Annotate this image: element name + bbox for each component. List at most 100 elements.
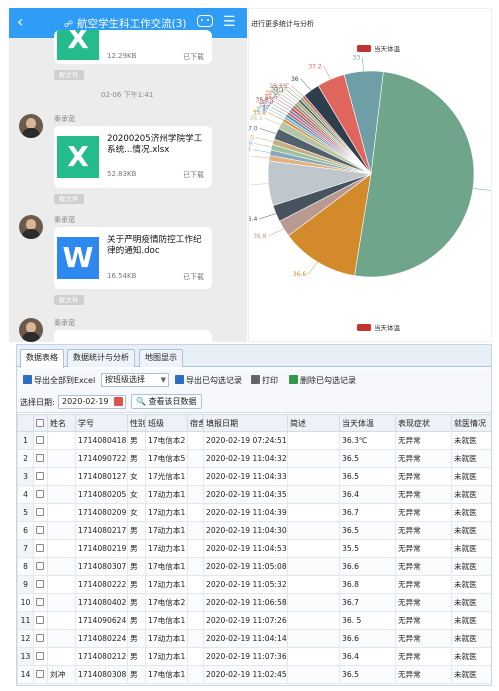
file-message[interactable]: X 20200205济州学院学工系统...情况.xlsx 52.83KB 已下载 (54, 126, 212, 188)
table-row[interactable]: 2 1714090722 男 17电信本5 2020-02-19 11:04:32 36.… (17, 449, 491, 468)
file-name: 20200205济州学院学工系统...情况.xlsx (107, 134, 203, 155)
table-cell: 2020-02-19 11:07:26 (203, 611, 288, 630)
file-message[interactable]: W 关于严明疫情防控工作纪律的通知.doc 16.54KB 已下载 (54, 227, 212, 289)
table-row[interactable]: 11 1714090624 男 17电信本1 2020-02-19 11:07:26 36… (17, 611, 491, 630)
column-header[interactable] (17, 414, 34, 432)
legend-label[interactable]: 当天体温 (374, 44, 401, 53)
table-cell: 无异常 (395, 539, 452, 558)
slice-label-line (252, 149, 271, 153)
table-cell (47, 485, 76, 504)
avatar[interactable] (19, 215, 43, 239)
row-checkbox[interactable] (36, 562, 44, 570)
row-checkbox[interactable] (36, 544, 44, 552)
class-select[interactable]: 按班级选择 ▼ (101, 373, 169, 387)
column-header[interactable]: 就医情况 (451, 414, 491, 432)
table-row[interactable]: 10 1714080402 男 17电信本2 2020-02-19 11:06:58 36… (17, 593, 491, 612)
export-selected-button[interactable]: 导出已勾选记录 (175, 374, 242, 388)
row-checkbox[interactable] (36, 616, 44, 624)
column-header[interactable]: 表现症状 (395, 414, 452, 432)
column-header[interactable]: 当天体温 (339, 414, 396, 432)
print-button[interactable]: 打印 (251, 374, 278, 388)
table-row[interactable]: 12 1714080224 男 17动力本1 2020-02-19 11:04:14 36… (17, 629, 491, 648)
legend-swatch[interactable] (357, 45, 371, 52)
row-checkbox[interactable] (36, 454, 44, 462)
row-checkbox[interactable] (36, 598, 44, 606)
row-checkbox[interactable] (36, 436, 44, 444)
table-row[interactable]: 4 1714080205 女 17动力本1 2020-02-19 11:04:35 36.… (17, 485, 491, 504)
select-all-checkbox[interactable] (36, 418, 44, 427)
column-header[interactable]: 填报日期 (203, 414, 288, 432)
column-header[interactable]: 性别 (127, 414, 146, 432)
file-message[interactable]: X 12.29KB 已下载 (54, 30, 212, 64)
table-row[interactable]: 9 1714080222 男 17动力本1 2020-02-19 11:05:32 36.… (17, 575, 491, 594)
row-checkbox[interactable] (36, 508, 44, 516)
row-checkbox[interactable] (36, 634, 44, 642)
table-cell: 2020-02-19 11:05:32 (203, 575, 288, 594)
row-number: 3 (17, 467, 34, 486)
table-row[interactable]: 3 1714080127 女 17光信本1 2020-02-19 11:04:33 36.… (17, 467, 491, 486)
table-row[interactable]: 6 1714080217 男 17动力本1 2020-02-19 11:04:30 36.… (17, 521, 491, 540)
table-cell (187, 557, 204, 576)
table-cell: 1714080219 (75, 539, 128, 558)
table-cell: 无异常 (395, 485, 452, 504)
avatar[interactable] (19, 318, 43, 342)
back-arrow-icon[interactable]: ‹ (17, 13, 23, 31)
column-header[interactable]: 简述 (287, 414, 340, 432)
file-message[interactable] (54, 330, 212, 342)
query-day-button[interactable]: 🔍 查看该日数据 (131, 394, 202, 409)
row-checkbox[interactable] (36, 490, 44, 498)
table-cell: 17动力本1 (145, 485, 188, 504)
column-header[interactable] (33, 414, 48, 432)
tab-data-table[interactable]: 数据表格 (20, 349, 64, 368)
menu-icon[interactable]: ☰ (223, 15, 236, 29)
column-header[interactable]: 宿舍 (187, 414, 204, 432)
row-checkbox[interactable] (36, 472, 44, 480)
tab-statistics[interactable]: 数据统计与分析 (67, 349, 135, 367)
slice-label: 36.6 (293, 271, 307, 278)
pie-chart-panel: 进行更多统计与分析 36.536.636.836.436.736.236.336… (248, 8, 493, 342)
table-cell: 2020-02-19 11:05:08 (203, 557, 288, 576)
table-cell: 17动力本1 (145, 575, 188, 594)
table-cell: 17电信本1 (145, 557, 188, 576)
group-icon[interactable] (197, 15, 213, 27)
row-checkbox[interactable] (36, 580, 44, 588)
legend-label[interactable]: 当天体温 (374, 323, 401, 332)
table-cell: 2020-02-19 11:04:33 (203, 467, 288, 486)
sender-name: 秦承宽 (54, 216, 75, 224)
table-cell (47, 539, 76, 558)
table-cell (287, 575, 340, 594)
delete-selected-button[interactable]: 删除已勾选记录 (289, 374, 356, 388)
export-all-button[interactable]: 导出全部到Excel (23, 374, 95, 388)
table-row[interactable]: 13 1714080212 男 17动力本1 2020-02-19 11:07:36 36… (17, 647, 491, 666)
slice-label-line (250, 183, 269, 186)
table-row[interactable]: 7 1714080219 男 17动力本1 2020-02-19 11:04:53 35.… (17, 539, 491, 558)
slice-label-line (254, 143, 272, 148)
table-row[interactable]: 8 1714080307 男 17电信本1 2020-02-19 11:05:08 36.… (17, 557, 491, 576)
mic-icon: ☍ (64, 20, 74, 30)
avatar[interactable] (19, 114, 43, 138)
row-checkbox[interactable] (36, 526, 44, 534)
table-cell: 2020-02-19 11:07:36 (203, 647, 288, 666)
table-cell (187, 629, 204, 648)
slice-label: 33 (353, 54, 361, 61)
legend-swatch[interactable] (357, 324, 371, 331)
column-header[interactable]: 班级 (145, 414, 188, 432)
table-cell: 男 (127, 665, 146, 684)
table-row[interactable]: 14 刘冲 1714080308 男 17电信本1 2020-02-19 11:02:45… (17, 665, 491, 684)
table-cell (287, 521, 340, 540)
sender-name: 秦承宽 (54, 319, 75, 327)
table-cell (47, 503, 76, 522)
table-row[interactable]: 5 1714080209 女 17动力本1 2020-02-19 11:04:39 36.… (17, 503, 491, 522)
row-checkbox[interactable] (36, 652, 44, 660)
tab-map[interactable]: 地图显示 (139, 349, 183, 367)
table-cell (33, 431, 48, 450)
table-row[interactable]: 1 1714080418 男 17电信本2 2020-02-19 07:24:51 36.… (17, 431, 491, 450)
slice-label-line (273, 104, 289, 114)
calendar-icon[interactable] (114, 397, 123, 406)
row-checkbox[interactable] (36, 670, 44, 678)
table-cell: 女 (127, 503, 146, 522)
table-cell: 无异常 (395, 467, 452, 486)
toolbar: 导出全部到Excel 按班级选择 ▼ 导出已勾选记录 打印 删除已勾选记录 (17, 369, 491, 391)
column-header[interactable]: 姓名 (47, 414, 76, 432)
column-header[interactable]: 学号 (75, 414, 128, 432)
